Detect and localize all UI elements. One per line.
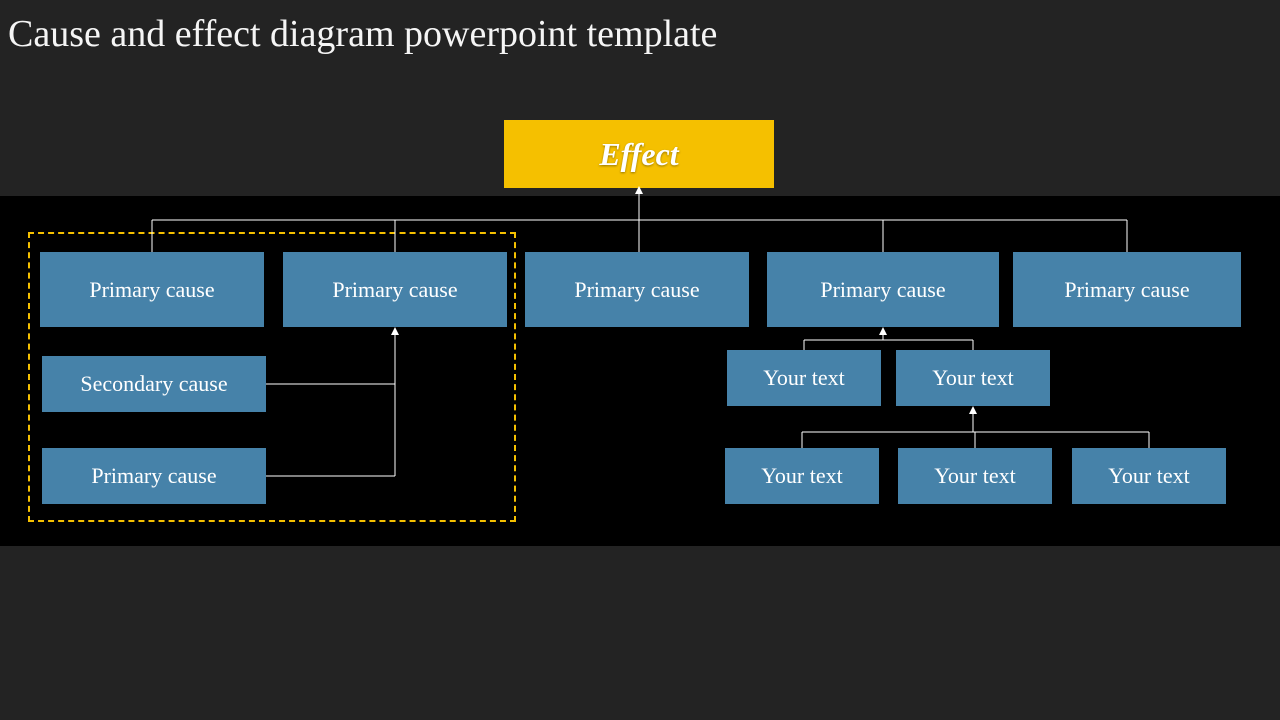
primary-cause-2: Primary cause: [283, 252, 507, 327]
primary-cause-1: Primary cause: [40, 252, 264, 327]
primary-cause-5: Primary cause: [1013, 252, 1241, 327]
right-sub-5: Your text: [1072, 448, 1226, 504]
right-sub-2: Your text: [896, 350, 1050, 406]
effect-box: Effect: [504, 120, 774, 188]
right-sub-3: Your text: [725, 448, 879, 504]
right-sub-1: Your text: [727, 350, 881, 406]
primary-cause-3: Primary cause: [525, 252, 749, 327]
left-tertiary: Primary cause: [42, 448, 266, 504]
primary-cause-4: Primary cause: [767, 252, 999, 327]
right-sub-4: Your text: [898, 448, 1052, 504]
secondary-cause: Secondary cause: [42, 356, 266, 412]
page-title: Cause and effect diagram powerpoint temp…: [0, 0, 1280, 56]
